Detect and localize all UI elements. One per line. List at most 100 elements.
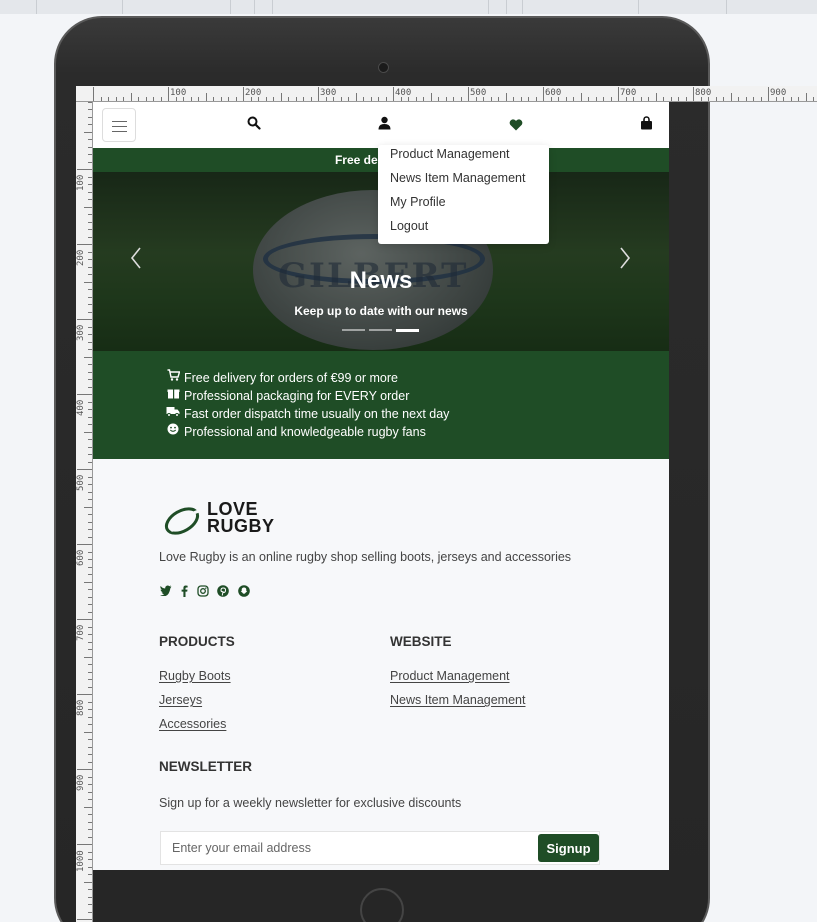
ruler-tick: [603, 97, 604, 101]
ruler-tick: [88, 274, 92, 275]
ruler-tick: [88, 409, 92, 410]
ruler-tick: [123, 97, 124, 101]
gift-box-icon: [166, 387, 180, 405]
ruler-tick: [88, 859, 92, 860]
ruler-tick: [760, 97, 762, 101]
menu-item-logout[interactable]: Logout: [390, 219, 428, 233]
ruler-tick: [88, 874, 92, 875]
ruler-tick: [88, 154, 92, 155]
ruler-tick: [543, 87, 544, 101]
carousel-indicator-active[interactable]: [396, 329, 419, 332]
vertical-ruler: 10020030040050060070080090010001100: [76, 102, 93, 922]
ruler-tick: [88, 716, 92, 718]
ruler-tick: [153, 97, 154, 101]
ruler-tick: [77, 919, 92, 920]
ruler-tick: [108, 97, 109, 101]
ruler-tick: [77, 319, 92, 320]
ruler-tick: [100, 97, 102, 101]
ruler-tick: [88, 626, 92, 628]
carousel-indicator[interactable]: [369, 329, 392, 331]
ruler-tick: [565, 97, 567, 101]
ruler-tick: [145, 97, 147, 101]
ruler-tick: [88, 116, 92, 118]
link-jerseys[interactable]: Jerseys: [159, 693, 202, 707]
ruler-label: 800: [695, 88, 712, 98]
ruler-tick: [468, 87, 469, 101]
ruler-tick: [423, 97, 424, 101]
menu-item-news-item-management[interactable]: News Item Management: [390, 171, 525, 185]
ruler-tick: [573, 97, 574, 101]
link-accessories[interactable]: Accessories: [159, 717, 226, 731]
search-icon[interactable]: [247, 116, 261, 135]
feature-text: Free delivery for orders of €99 or more: [184, 371, 398, 385]
pinterest-icon[interactable]: [216, 585, 230, 599]
newsletter-form: Signup: [160, 831, 600, 865]
ruler-label: 200: [76, 249, 86, 266]
feature-text: Professional and knowledgeable rugby fan…: [184, 425, 426, 439]
ruler-tick: [513, 97, 514, 101]
menu-item-my-profile[interactable]: My Profile: [390, 195, 446, 209]
ruler-tick: [88, 236, 92, 238]
love-rugby-logo[interactable]: LOVE RUGBY: [163, 500, 295, 541]
menu-item-product-management[interactable]: Product Management: [390, 147, 510, 161]
ruler-tick: [88, 896, 92, 898]
ruler-tick: [753, 97, 754, 101]
ruler-tick: [88, 484, 92, 485]
ruler-tick: [685, 97, 687, 101]
ruler-tick: [88, 866, 92, 868]
ruler-tick: [88, 589, 92, 590]
ruler-tick: [745, 97, 747, 101]
ruler-tick: [88, 461, 92, 463]
ruler-tick: [640, 97, 642, 101]
ruler-tick: [88, 551, 92, 553]
link-product-management[interactable]: Product Management: [390, 669, 510, 683]
ruler-tick: [453, 97, 454, 101]
facebook-icon[interactable]: [177, 585, 191, 599]
email-field[interactable]: [161, 832, 533, 864]
chevron-right-icon[interactable]: [619, 247, 631, 273]
ruler-tick: [88, 229, 92, 230]
ruler-tick: [115, 97, 117, 101]
twitter-icon[interactable]: [159, 585, 173, 599]
ruler-tick: [663, 97, 664, 101]
carousel-indicator[interactable]: [342, 329, 365, 331]
ruler-tick: [88, 146, 92, 148]
ruler-tick: [77, 844, 92, 845]
ruler-tick: [310, 97, 312, 101]
shopping-bag-icon[interactable]: [640, 116, 653, 135]
user-icon[interactable]: [378, 116, 391, 135]
ruler-tick: [363, 97, 364, 101]
ruler-tick: [235, 97, 237, 101]
ruler-tick: [88, 259, 92, 260]
ruler-tick: [88, 536, 92, 538]
ruler-tick: [88, 566, 92, 568]
ruler-tick: [84, 731, 92, 733]
ruler-tick: [88, 671, 92, 673]
ruler-tick: [88, 604, 92, 605]
ruler-tick: [768, 87, 769, 101]
hamburger-icon[interactable]: [102, 108, 136, 142]
instagram-icon[interactable]: [196, 585, 210, 599]
ruler-label: 900: [76, 774, 86, 791]
snapchat-icon[interactable]: [237, 585, 251, 599]
ruler-tick: [655, 93, 657, 101]
link-rugby-boots[interactable]: Rugby Boots: [159, 669, 231, 683]
ruler-tick: [88, 664, 92, 665]
ruler-tick: [88, 911, 92, 913]
chevron-left-icon[interactable]: [130, 247, 142, 273]
ruler-tick: [295, 97, 297, 101]
link-news-item-management[interactable]: News Item Management: [390, 693, 525, 707]
heart-icon[interactable]: [509, 118, 523, 136]
ruler-tick: [430, 93, 432, 101]
ruler-tick: [813, 97, 814, 101]
ruler-tick: [88, 304, 92, 305]
ruler-tick: [84, 581, 92, 583]
ruler-tick: [88, 776, 92, 778]
ruler-tick: [88, 364, 92, 365]
feature-text: Professional packaging for EVERY order: [184, 389, 410, 403]
ruler-tick: [88, 574, 92, 575]
ruler-tick: [88, 109, 92, 110]
ruler-tick: [88, 401, 92, 403]
ruler-label: 100: [76, 174, 86, 191]
signup-button[interactable]: Signup: [538, 834, 599, 862]
